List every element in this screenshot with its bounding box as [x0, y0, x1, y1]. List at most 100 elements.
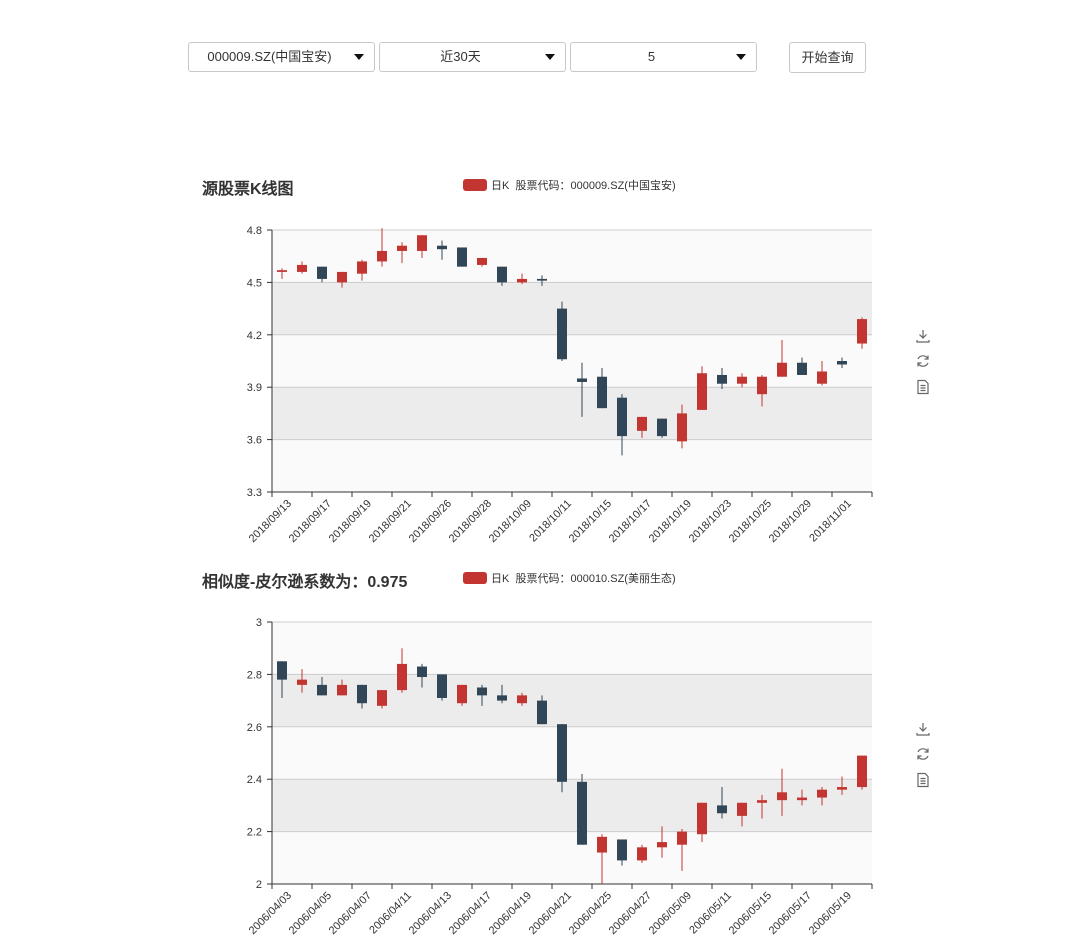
candle-body	[697, 802, 707, 835]
y-tick-label: 4.2	[247, 330, 262, 342]
candle-body	[717, 805, 727, 814]
result-count-select-value: 5	[647, 49, 656, 64]
candle-body	[677, 831, 687, 845]
chevron-down-icon	[736, 54, 746, 60]
candle-body	[717, 374, 727, 384]
y-tick-label: 2.6	[247, 722, 262, 734]
candle-body	[817, 789, 827, 798]
download-icon[interactable]	[915, 328, 931, 344]
candle-body	[277, 661, 287, 680]
legend-swatch	[463, 572, 487, 584]
candle-body	[697, 373, 707, 410]
candle-body	[517, 695, 527, 704]
y-tick-label: 2.4	[247, 774, 262, 786]
candle-body	[637, 847, 647, 861]
candle-body	[597, 836, 607, 853]
x-tick-label: 2018/10/29	[767, 498, 814, 545]
candle-body	[457, 684, 467, 704]
x-tick-label: 2006/04/07	[327, 890, 374, 937]
candle-body	[337, 684, 347, 696]
x-tick-label: 2018/10/09	[487, 498, 534, 545]
candle-body	[657, 842, 667, 848]
y-tick-label: 4.8	[247, 225, 262, 237]
legend-note: 股票代码：000010.SZ(美丽生态)	[515, 573, 676, 585]
candle-body	[317, 684, 327, 696]
candle-body	[577, 378, 587, 382]
candle-body	[437, 674, 447, 698]
candle-body	[537, 278, 547, 281]
result-count-select[interactable]: 5	[570, 42, 757, 72]
candle-body	[517, 278, 527, 283]
candle-body	[797, 797, 807, 801]
candle-body	[557, 308, 567, 360]
candle-body	[477, 687, 487, 696]
candle-body	[617, 397, 627, 437]
source-chart-legend[interactable]: 日K 股票代码：000009.SZ(中国宝安)	[463, 177, 676, 193]
candle-body	[357, 261, 367, 274]
refresh-icon[interactable]	[915, 353, 931, 369]
candle-body	[477, 257, 487, 265]
candle-body	[397, 245, 407, 251]
candle-body	[757, 800, 767, 803]
candle-body	[857, 319, 867, 344]
data-view-icon[interactable]	[915, 379, 931, 395]
y-tick-label: 3.6	[247, 435, 262, 447]
candle-body	[857, 755, 867, 788]
candle-body	[417, 235, 427, 251]
y-tick-label: 3	[256, 617, 262, 629]
candle-body	[397, 663, 407, 691]
y-tick-label: 2.8	[247, 669, 262, 681]
candle-body	[737, 376, 747, 384]
plot-area	[272, 622, 872, 884]
y-tick-label: 2.2	[247, 827, 262, 839]
candle-body	[657, 418, 667, 437]
candle-body	[497, 266, 507, 283]
candle-body	[837, 361, 847, 365]
candle-body	[557, 724, 567, 782]
y-tick-label: 4.5	[247, 277, 262, 289]
candle-body	[297, 679, 307, 685]
candle-body	[337, 271, 347, 283]
candle-body	[537, 700, 547, 725]
legend-label: 日K	[491, 573, 510, 585]
source-chart-title: 源股票K线图	[202, 181, 294, 198]
legend-label: 日K	[491, 180, 510, 192]
candle-body	[437, 245, 447, 250]
stock-code-select[interactable]: 000009.SZ(中国宝安)	[188, 42, 375, 72]
candle-body	[357, 684, 367, 704]
candle-body	[417, 666, 427, 678]
candle-body	[577, 781, 587, 845]
candle-body	[757, 376, 767, 395]
candle-body	[457, 247, 467, 267]
candle-body	[377, 250, 387, 262]
similar-chart-legend[interactable]: 日K 股票代码：000010.SZ(美丽生态)	[463, 570, 676, 586]
y-tick-label: 2	[256, 879, 262, 891]
data-view-icon[interactable]	[915, 772, 931, 788]
date-range-select-value: 近30天	[440, 49, 481, 64]
date-range-select[interactable]: 近30天	[379, 42, 566, 72]
candle-body	[817, 371, 827, 384]
candle-body	[597, 376, 607, 409]
candle-body	[617, 839, 627, 861]
candle-body	[677, 413, 687, 442]
candle-body	[297, 264, 307, 272]
candle-body	[637, 416, 647, 431]
legend-swatch	[463, 179, 487, 191]
y-tick-label: 3.3	[247, 487, 262, 499]
candle-body	[277, 270, 287, 272]
chevron-down-icon	[545, 54, 555, 60]
start-query-button[interactable]: 开始查询	[789, 42, 866, 73]
x-tick-label: 2006/05/19	[807, 890, 854, 937]
grid-band	[272, 282, 872, 335]
refresh-icon[interactable]	[915, 746, 931, 762]
candle-body	[377, 690, 387, 706]
candle-body	[777, 792, 787, 801]
legend-note: 股票代码：000009.SZ(中国宝安)	[515, 180, 676, 192]
candle-body	[317, 266, 327, 279]
candle-body	[837, 787, 847, 790]
x-tick-label: 2018/11/01	[807, 498, 854, 545]
stock-code-select-value: 000009.SZ(中国宝安)	[207, 49, 332, 64]
candle-body	[737, 802, 747, 816]
candle-body	[497, 695, 507, 701]
download-icon[interactable]	[915, 721, 931, 737]
